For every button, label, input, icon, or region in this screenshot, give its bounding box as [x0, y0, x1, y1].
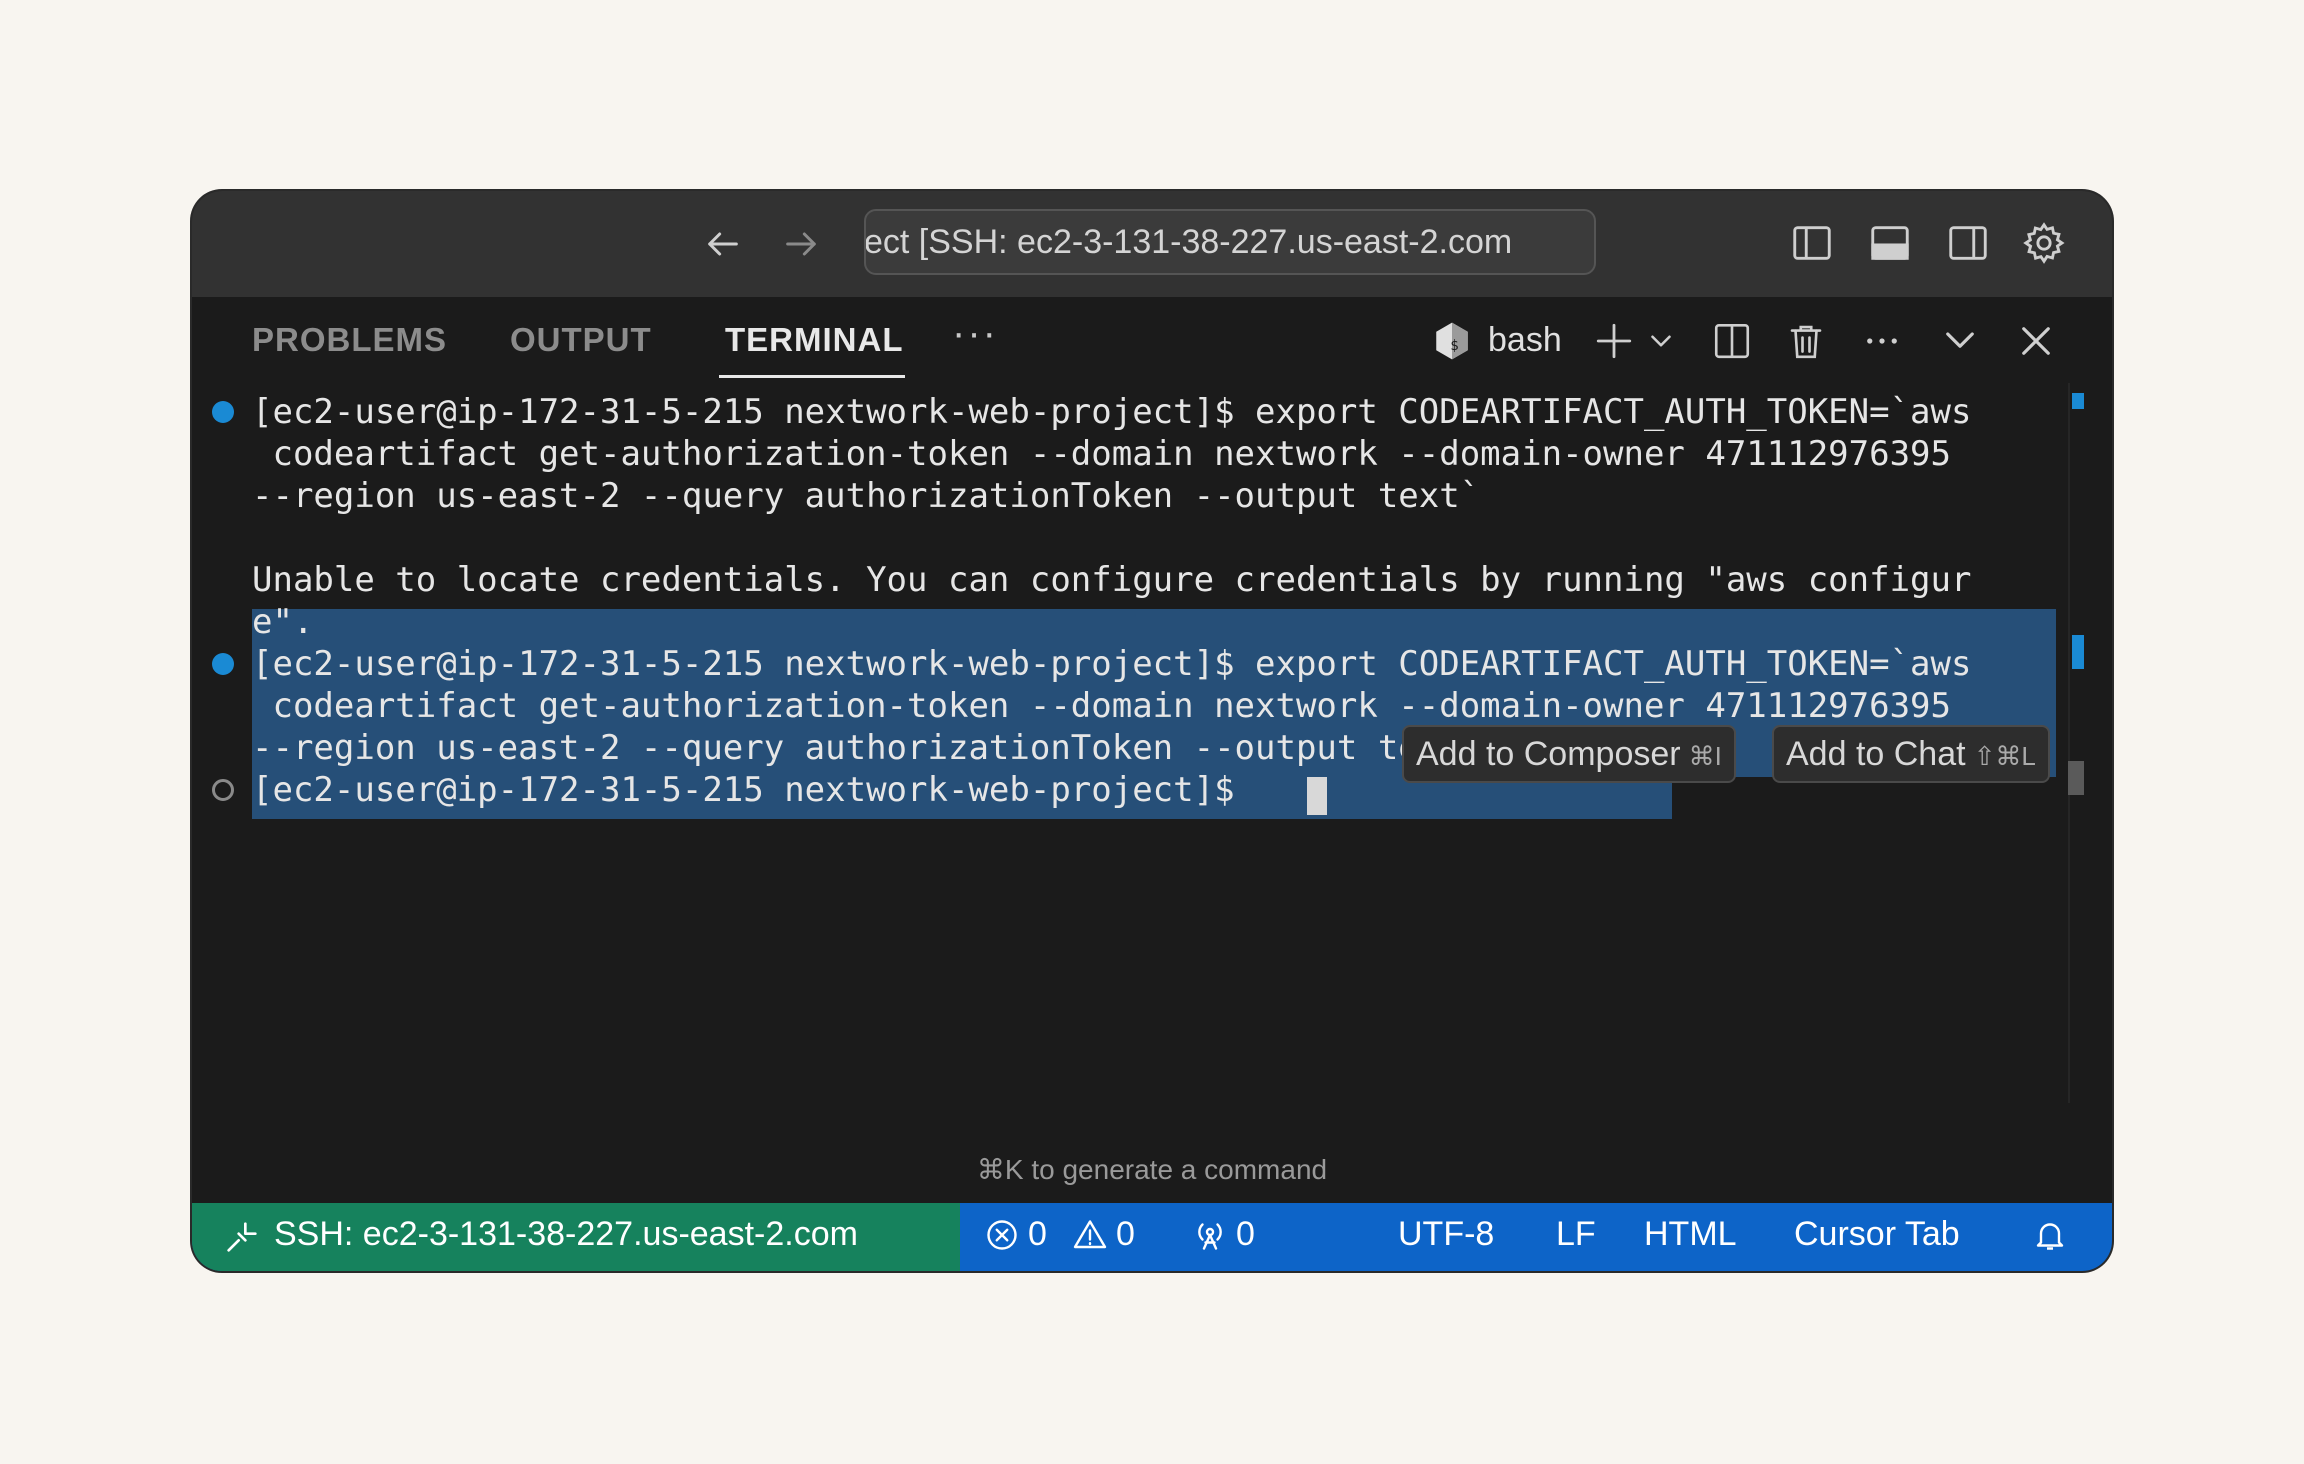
back-button[interactable] — [696, 217, 750, 271]
title-bar: ect [SSH: ec2-3-131-38-227.us-east-2.com — [192, 191, 2112, 297]
bash-icon: $ — [1436, 322, 1468, 360]
terminal-more-actions-button[interactable] — [1858, 317, 1906, 365]
generate-command-hint: ⌘K to generate a command — [976, 1154, 1328, 1185]
errors-count: 0 — [1028, 1215, 1047, 1253]
terminal-line: e". — [252, 602, 314, 642]
terminal-line: [ec2-user@ip-172-31-5-215 nextwork-web-p… — [252, 392, 1972, 432]
eol-indicator[interactable]: LF — [1556, 1215, 1596, 1254]
command-decoration-success[interactable] — [212, 653, 234, 675]
command-center-search[interactable]: ect [SSH: ec2-3-131-38-227.us-east-2.com — [864, 209, 1596, 275]
panel-header: PROBLEMS OUTPUT TERMINAL ··· $ bash — [192, 297, 2112, 383]
bell-icon — [2036, 1223, 2064, 1250]
command-center-text: ect [SSH: ec2-3-131-38-227.us-east-2.com — [864, 223, 1513, 261]
notifications-button[interactable] — [2032, 1217, 2076, 1253]
trash-icon — [1790, 325, 1822, 359]
toggle-panel-button[interactable] — [1864, 217, 1916, 269]
svg-text:$: $ — [1450, 338, 1458, 354]
terminal-shell-label[interactable]: bash — [1488, 321, 1562, 360]
terminal-line: codeartifact get-authorization-token --d… — [252, 686, 1951, 726]
terminal-cursor — [1307, 777, 1327, 815]
terminal-line: codeartifact get-authorization-token --d… — [252, 434, 1951, 474]
gear-icon — [2023, 222, 2065, 264]
launch-profile-dropdown[interactable] — [1644, 317, 1678, 365]
chevron-down-icon — [1651, 335, 1671, 347]
scrollbar-track[interactable] — [2068, 383, 2070, 1103]
remote-connection-icon — [227, 1222, 257, 1252]
problems-errors-indicator[interactable]: 0 — [984, 1215, 1047, 1254]
warning-icon — [1073, 1219, 1107, 1248]
scrollbar-marker — [2072, 635, 2084, 669]
terminal-line: [ec2-user@ip-172-31-5-215 nextwork-web-p… — [252, 644, 1972, 684]
ports-count: 0 — [1236, 1215, 1255, 1253]
close-icon — [2022, 327, 2050, 355]
settings-button[interactable] — [2018, 217, 2070, 269]
tab-terminal[interactable]: TERMINAL — [725, 321, 903, 359]
terminal-line: [ec2-user@ip-172-31-5-215 nextwork-web-p… — [252, 770, 1256, 810]
add-to-chat-label: Add to Chat — [1786, 735, 1966, 773]
ports-indicator[interactable]: 0 — [1192, 1215, 1255, 1254]
kill-terminal-button[interactable] — [1782, 317, 1830, 365]
command-decoration-pending[interactable] — [212, 779, 234, 801]
scrollbar-thumb[interactable] — [2068, 761, 2084, 795]
arrow-left-icon — [708, 232, 738, 256]
split-terminal-button[interactable] — [1708, 317, 1756, 365]
tab-problems[interactable]: PROBLEMS — [252, 321, 447, 359]
add-to-chat-button[interactable]: Add to Chat ⇧⌘L — [1772, 725, 2050, 783]
add-to-composer-button[interactable]: Add to Composer ⌘I — [1402, 725, 1736, 783]
terminal-line: Unable to locate credentials. You can co… — [252, 560, 1972, 600]
status-bar: SSH: ec2-3-131-38-227.us-east-2.com 0 0 … — [192, 1203, 2112, 1271]
toggle-secondary-sidebar-button[interactable] — [1942, 217, 1994, 269]
arrow-right-icon — [786, 232, 816, 256]
terminal-area[interactable]: [ec2-user@ip-172-31-5-215 nextwork-web-p… — [192, 383, 2112, 1153]
command-decoration-success[interactable] — [212, 401, 234, 423]
toggle-primary-sidebar-button[interactable] — [1786, 217, 1838, 269]
chevron-down-icon — [1946, 332, 1974, 348]
sidebar-left-icon — [1793, 226, 1831, 260]
more-tabs-button[interactable]: ··· — [952, 311, 998, 356]
terminal-line: --region us-east-2 --query authorization… — [252, 728, 1481, 768]
new-terminal-button[interactable] — [1590, 317, 1638, 365]
broadcast-icon — [1198, 1222, 1222, 1250]
terminal-line: --region us-east-2 --query authorization… — [252, 476, 1481, 516]
warnings-count: 0 — [1116, 1215, 1135, 1253]
add-to-chat-shortcut: ⇧⌘L — [1973, 741, 2036, 771]
panel-bottom-icon — [1871, 226, 1909, 260]
close-panel-button[interactable] — [2012, 317, 2060, 365]
forward-button[interactable] — [774, 217, 828, 271]
ellipsis-icon — [1867, 338, 1897, 344]
sidebar-right-icon — [1949, 226, 1987, 260]
scrollbar-marker — [2072, 393, 2084, 409]
terminal-shell-icon: $ — [1428, 317, 1476, 365]
add-to-composer-shortcut: ⌘I — [1688, 741, 1722, 771]
tab-output[interactable]: OUTPUT — [510, 321, 652, 359]
error-circle-icon — [987, 1219, 1017, 1250]
editor-window: ect [SSH: ec2-3-131-38-227.us-east-2.com… — [192, 191, 2112, 1271]
cursor-tab-indicator[interactable]: Cursor Tab — [1794, 1215, 1960, 1254]
problems-warnings-indicator[interactable]: 0 — [1072, 1215, 1135, 1254]
remote-indicator[interactable]: SSH: ec2-3-131-38-227.us-east-2.com — [192, 1203, 960, 1271]
active-tab-indicator — [719, 375, 905, 378]
split-icon — [1714, 323, 1750, 359]
remote-label: SSH: ec2-3-131-38-227.us-east-2.com — [274, 1215, 858, 1253]
add-to-composer-label: Add to Composer — [1416, 735, 1681, 773]
minimize-panel-button[interactable] — [1936, 317, 1984, 365]
plus-icon — [1596, 323, 1632, 359]
language-mode-indicator[interactable]: HTML — [1644, 1215, 1737, 1254]
encoding-indicator[interactable]: UTF-8 — [1398, 1215, 1494, 1254]
